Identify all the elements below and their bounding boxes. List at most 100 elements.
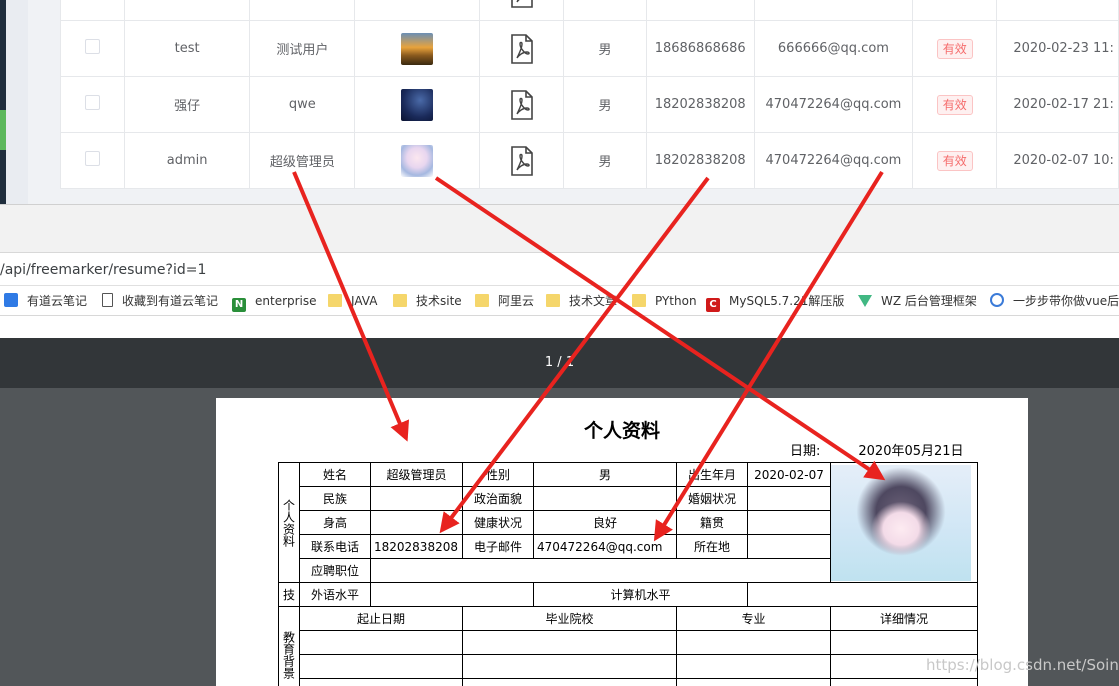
bookmark-label: 技术文章 bbox=[569, 294, 618, 308]
bookmark-item[interactable]: 技术文章 bbox=[546, 293, 617, 311]
bookmark-label: WZ 后台管理框架 bbox=[881, 294, 977, 308]
table-row: 强仔 qwe 男 18202838208 470472264@qq.com 有效 2020-… bbox=[59, 76, 1119, 133]
nation-label: 民族 bbox=[299, 486, 371, 511]
address-bar[interactable]: /api/freemarker/resume?id=1 bbox=[0, 252, 1119, 286]
email-cell bbox=[753, 0, 914, 21]
resume-table: 个人资料 姓名 超级管理员 性别 男 出生年月 2020-02-07 民族 政治… bbox=[278, 462, 978, 686]
admin-panel: test 测试用户男 18686868686 666666@qq.com 有效 2020-… bbox=[0, 0, 1119, 204]
bookmark-folder-icon bbox=[632, 294, 646, 307]
edu-cell bbox=[830, 678, 978, 686]
bookmark-item[interactable]: 收藏到有道云笔记 bbox=[102, 293, 218, 311]
height-value bbox=[370, 510, 463, 535]
foreign-label: 外语水平 bbox=[299, 582, 371, 607]
address-url[interactable]: /api/freemarker/resume?id=1 bbox=[0, 262, 206, 278]
edu-cell bbox=[299, 678, 463, 686]
phone-label: 联系电话 bbox=[299, 534, 371, 559]
nickname-cell: 测试用户 bbox=[249, 20, 356, 77]
avatar-thumbnail[interactable] bbox=[401, 88, 434, 121]
row-checkbox-cell[interactable] bbox=[59, 20, 126, 77]
edu-cell bbox=[462, 630, 677, 655]
email-label: 电子邮件 bbox=[462, 534, 534, 559]
email-cell: 470472264@qq.com bbox=[753, 132, 914, 189]
politics-label: 政治面貌 bbox=[462, 486, 534, 511]
avatar-thumbnail[interactable] bbox=[401, 144, 434, 177]
email-value: 470472264@qq.com bbox=[533, 534, 677, 559]
bookmark-item[interactable]: JAVA bbox=[328, 293, 377, 311]
health-label: 健康状况 bbox=[462, 510, 534, 535]
pdf-icon[interactable] bbox=[510, 33, 534, 64]
watermark: https://blog.csdn.net/Soing bbox=[926, 656, 1119, 674]
phone-cell: 18202838208 bbox=[645, 76, 755, 133]
foreign-value bbox=[370, 582, 534, 607]
section-skill: 技 bbox=[278, 582, 300, 607]
resume-cell[interactable] bbox=[479, 76, 565, 133]
created-date-cell: 2020-02-23 11: bbox=[996, 20, 1119, 77]
avatar-thumbnail[interactable] bbox=[401, 32, 434, 65]
edu-cell bbox=[676, 654, 831, 679]
gender-cell: 男 bbox=[563, 132, 647, 189]
avatar-cell bbox=[354, 20, 481, 77]
bookmark-label: enterprise bbox=[255, 294, 317, 308]
status-cell: 有效 bbox=[912, 76, 998, 133]
row-checkbox[interactable] bbox=[85, 39, 101, 54]
created-date-cell bbox=[996, 0, 1119, 21]
bookmark-label: 技术site bbox=[416, 294, 462, 308]
username-cell: test bbox=[124, 20, 251, 77]
bookmark-label: JAVA bbox=[351, 294, 378, 308]
nickname-cell: 超级管理员 bbox=[249, 132, 356, 189]
avatar-photo bbox=[831, 464, 971, 581]
status-cell: 有效 bbox=[912, 20, 998, 77]
bookmark-item[interactable]: 有道云笔记 bbox=[4, 293, 87, 311]
position-value bbox=[370, 558, 831, 583]
bookmark-yd-icon bbox=[4, 293, 18, 307]
gender-cell: 男 bbox=[563, 20, 647, 77]
table-row bbox=[59, 0, 1119, 21]
row-checkbox[interactable] bbox=[85, 95, 101, 110]
bookmark-item[interactable]: 技术site bbox=[393, 293, 462, 311]
bookmark-folder-icon bbox=[328, 294, 342, 307]
phone-cell: 18686868686 bbox=[645, 20, 755, 77]
bookmark-label: MySQL5.7.21解压版 bbox=[729, 294, 845, 308]
bookmark-folder-icon bbox=[393, 294, 407, 307]
edu-cell bbox=[299, 654, 463, 679]
bookmark-item[interactable]: WZ 后台管理框架 bbox=[858, 293, 977, 311]
avatar-cell bbox=[354, 132, 481, 189]
position-label: 应聘职位 bbox=[299, 558, 371, 583]
pdf-icon[interactable] bbox=[510, 145, 534, 176]
bookmark-label: 收藏到有道云笔记 bbox=[122, 294, 219, 308]
edu-cell bbox=[676, 630, 831, 655]
bookmark-item[interactable]: PYthon bbox=[632, 293, 697, 311]
bookmark-label: 一步步带你做vue后 bbox=[1013, 294, 1119, 308]
created-date-cell: 2020-02-07 10: bbox=[996, 132, 1119, 189]
gender-cell: 男 bbox=[563, 76, 647, 133]
table-row: admin 超级管理员 男 18202838208 470472264@qq.com 有效… bbox=[59, 132, 1119, 189]
username-cell: 强仔 bbox=[124, 76, 251, 133]
computer-value bbox=[747, 582, 978, 607]
bookmark-item[interactable]: 阿里云 bbox=[475, 293, 534, 311]
phone-cell bbox=[645, 0, 755, 21]
status-cell: 有效 bbox=[912, 132, 998, 189]
gender-cell bbox=[563, 0, 647, 21]
bookmark-item[interactable]: Nenterprise bbox=[232, 293, 317, 312]
row-checkbox-cell[interactable] bbox=[59, 132, 126, 189]
email-cell: 470472264@qq.com bbox=[753, 76, 914, 133]
avatar-cell bbox=[354, 0, 481, 21]
resume-cell[interactable] bbox=[479, 132, 565, 189]
bookmark-item[interactable]: C MySQL5.7.21解压版 bbox=[706, 293, 845, 312]
row-checkbox-cell[interactable] bbox=[59, 76, 126, 133]
bookmarks-bar: 有道云笔记 收藏到有道云笔记 Nenterprise JAVA 技术site 阿里云 技术文… bbox=[0, 286, 1119, 316]
resume-date: 日期: 2020年05月21日 bbox=[790, 440, 964, 459]
name-label: 姓名 bbox=[299, 462, 371, 487]
bookmark-mysql-icon: C bbox=[706, 298, 720, 312]
email-cell: 666666@qq.com bbox=[753, 20, 914, 77]
edu-detail-label: 详细情况 bbox=[830, 606, 978, 631]
pdf-icon[interactable] bbox=[510, 89, 534, 120]
row-checkbox-cell[interactable] bbox=[59, 0, 126, 21]
row-checkbox[interactable] bbox=[85, 151, 101, 166]
browser-tab-strip bbox=[0, 204, 1119, 252]
resume-cell[interactable] bbox=[479, 20, 565, 77]
origin-label: 籍贯 bbox=[676, 510, 748, 535]
bookmark-folder-icon bbox=[475, 294, 489, 307]
bookmark-item[interactable]: 一步步带你做vue后 bbox=[990, 293, 1119, 311]
resume-cell[interactable] bbox=[479, 0, 565, 21]
